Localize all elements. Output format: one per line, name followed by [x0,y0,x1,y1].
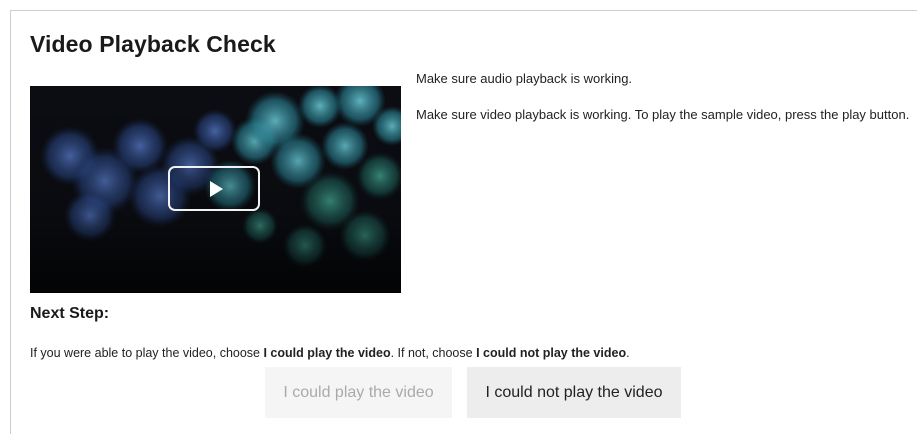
instruction-option-yes: I could play the video [263,346,391,360]
play-button[interactable] [168,166,260,211]
next-step-heading: Next Step: [30,305,110,322]
instruction-option-no: I could not play the video [476,346,627,360]
next-step-instructions: If you were able to play the video, choo… [30,346,630,360]
video-check-message: Make sure video playback is working. To … [416,107,910,122]
instruction-text: . If not, choose [390,346,477,360]
instruction-text: . [626,346,630,360]
play-icon [209,180,223,197]
could-play-button[interactable]: I could play the video [265,367,452,418]
audio-check-message: Make sure audio playback is working. [416,71,633,86]
instruction-text: If you were able to play the video, choo… [30,346,264,360]
could-not-play-button[interactable]: I could not play the video [467,367,681,418]
page-title: Video Playback Check [30,31,276,57]
